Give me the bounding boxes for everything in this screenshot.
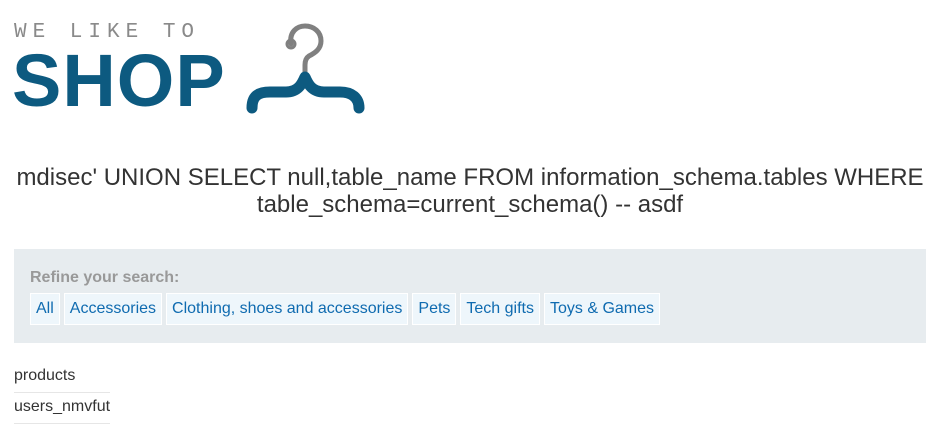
filter-tech-gifts[interactable]: Tech gifts (460, 293, 540, 325)
filter-label: Refine your search: (30, 269, 180, 286)
page-title: mdisec' UNION SELECT null,table_name FRO… (16, 164, 924, 218)
filter-panel: Refine your search: All Accessories Clot… (14, 249, 926, 343)
filter-clothing[interactable]: Clothing, shoes and accessories (166, 293, 409, 325)
table-row: products (14, 362, 110, 393)
filter-list: All Accessories Clothing, shoes and acce… (30, 293, 661, 325)
logo-wordmark: SHOP (12, 39, 226, 122)
filter-accessories[interactable]: Accessories (63, 293, 163, 325)
table-row: users_nmvfut (14, 393, 110, 424)
results-table: products users_nmvfut (14, 362, 110, 424)
filter-toys-games[interactable]: Toys & Games (544, 293, 661, 325)
filter-all[interactable]: All (30, 293, 60, 325)
hanger-icon (246, 23, 365, 114)
site-logo[interactable]: WE LIKE TO SHOP (12, 22, 374, 122)
filter-pets[interactable]: Pets (412, 293, 457, 325)
